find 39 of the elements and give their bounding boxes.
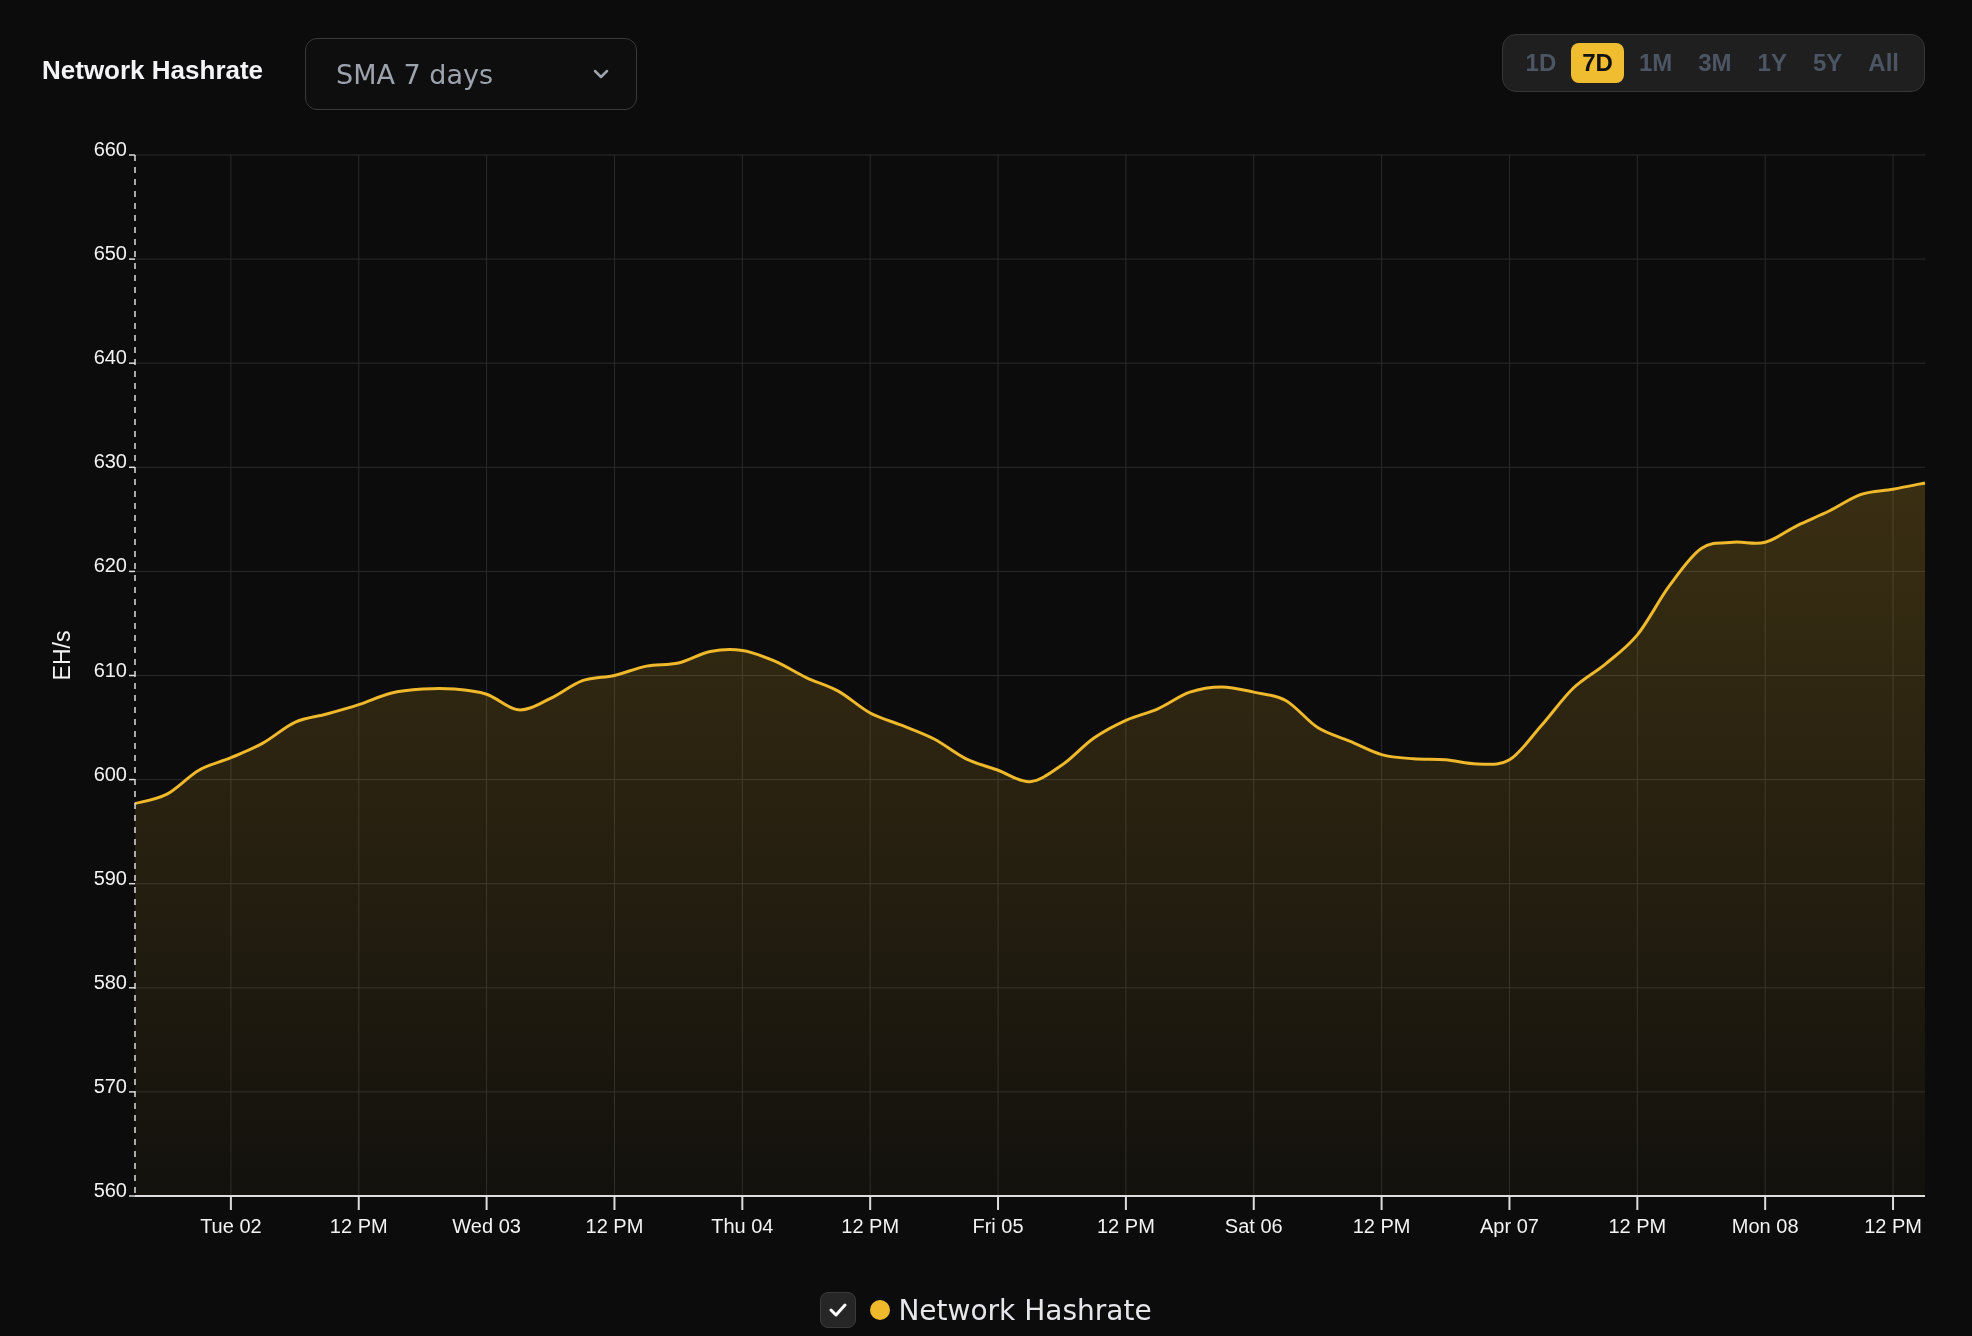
axis-tick-label: 660	[93, 138, 127, 160]
axis-tick-label: 610	[93, 658, 127, 681]
axis-tick-label: 570	[93, 1074, 127, 1097]
axis-tick-label: Mon 08	[1731, 1215, 1799, 1237]
axis-tick-label: Wed 03	[452, 1215, 521, 1237]
axis-tick-label: Tue 02	[200, 1215, 262, 1237]
chevron-down-icon	[592, 68, 611, 80]
range-tab[interactable]: 1Y	[1746, 43, 1798, 83]
axis-tick-label: 590	[93, 866, 127, 889]
axis-tick-label: 580	[93, 970, 127, 993]
range-tab[interactable]: 5Y	[1801, 43, 1854, 83]
axis-tick-label: 12 PM	[841, 1215, 900, 1237]
axis-tick-label: Fri 05	[972, 1215, 1024, 1237]
range-tab[interactable]: 3M	[1687, 43, 1743, 83]
axis-tick-label: 630	[93, 450, 127, 473]
range-tab[interactable]: 1D	[1514, 43, 1568, 83]
axis-tick-label: 12 PM	[1608, 1215, 1667, 1237]
axis-tick-label: 12 PM	[329, 1215, 388, 1237]
checkmark-icon	[829, 1303, 848, 1317]
axis-tick-label: 12 PM	[1097, 1215, 1155, 1237]
chart-title: Network Hashrate	[42, 54, 264, 87]
legend-label: Network Hashrate	[898, 1293, 1152, 1327]
axis-tick-label: 560	[93, 1179, 127, 1201]
axis-tick-label: 12 PM	[1864, 1215, 1922, 1237]
axis-tick-label: 600	[93, 762, 127, 785]
axis-tick-label: Thu 04	[711, 1215, 774, 1237]
axis-tick-label: 12 PM	[1352, 1215, 1411, 1237]
range-tab[interactable]: All	[1857, 43, 1910, 83]
axis-title: EH/s	[49, 630, 75, 681]
axis-tick-label: Apr 07	[1480, 1215, 1539, 1237]
axis-tick-label: 620	[93, 554, 127, 577]
axis-tick-label: 640	[93, 346, 127, 369]
average-dropdown[interactable]: SMA 7 days	[305, 38, 638, 110]
axis-tick-label: 650	[93, 242, 127, 265]
axis-tick-label: 12 PM	[585, 1215, 644, 1237]
range-tab[interactable]: 7D	[1571, 43, 1624, 83]
legend-checkbox[interactable]	[820, 1292, 857, 1328]
axis-tick-label: Sat 06	[1224, 1215, 1283, 1237]
range-tab[interactable]: 1M	[1627, 43, 1684, 83]
